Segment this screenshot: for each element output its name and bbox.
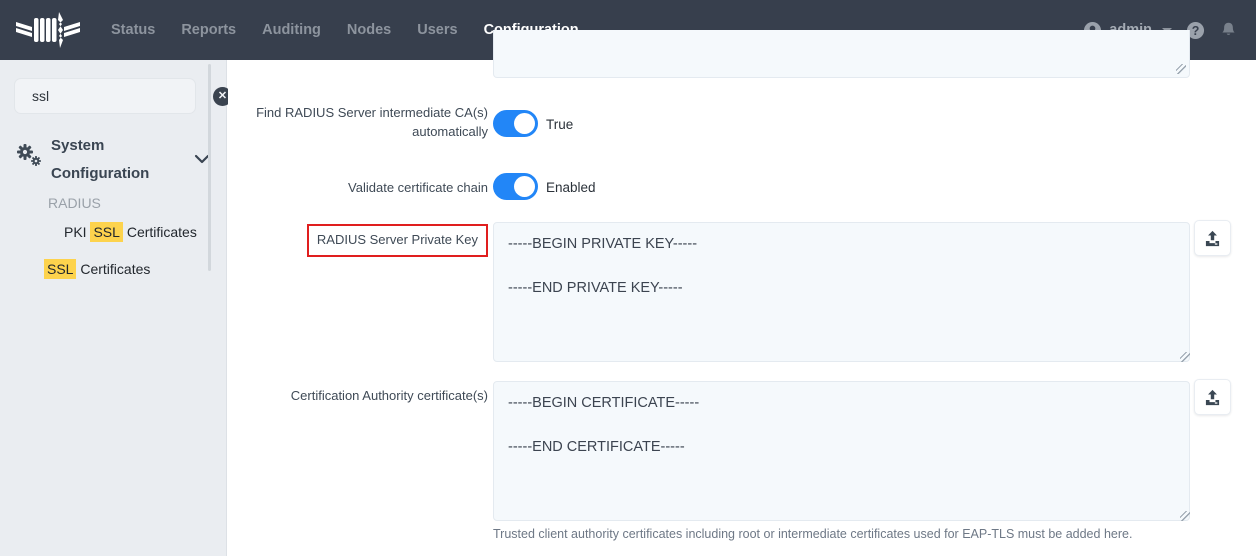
search-input[interactable] bbox=[32, 88, 213, 104]
upload-icon bbox=[1204, 389, 1221, 406]
upload-private-key-button[interactable] bbox=[1194, 220, 1231, 256]
toggle-knob bbox=[514, 113, 535, 134]
sidebar-scrollbar[interactable] bbox=[208, 64, 211, 271]
ca-certificates-textarea[interactable] bbox=[493, 381, 1190, 521]
sidebar-search[interactable]: ✕ bbox=[14, 78, 196, 114]
bell-icon bbox=[1220, 21, 1237, 39]
form-content: Find RADIUS Server intermediate CA(s) au… bbox=[228, 60, 1256, 556]
field-label-private-key-wrap: RADIUS Server Private Key bbox=[238, 224, 488, 257]
field-label-validate-chain: Validate certificate chain bbox=[238, 179, 488, 198]
result-suffix: Certificates bbox=[76, 261, 150, 277]
field-label-ca-certs: Certification Authority certificate(s) bbox=[238, 387, 488, 406]
toggle-knob bbox=[514, 176, 535, 197]
notifications-button[interactable] bbox=[1219, 21, 1238, 40]
nav-item-status[interactable]: Status bbox=[102, 14, 164, 46]
toggle-find-ca[interactable] bbox=[493, 110, 538, 137]
packetfence-logo[interactable] bbox=[16, 8, 88, 52]
nav-item-nodes[interactable]: Nodes bbox=[338, 14, 400, 46]
nav-item-auditing[interactable]: Auditing bbox=[253, 14, 330, 46]
ca-certs-help-text: Trusted client authority certificates in… bbox=[493, 527, 1213, 541]
sidebar-section-label: System Configuration bbox=[51, 132, 171, 188]
result-prefix: PKI bbox=[64, 224, 90, 240]
nav-item-users[interactable]: Users bbox=[408, 14, 466, 46]
search-highlight: SSL bbox=[44, 259, 76, 279]
sidebar: ✕ bbox=[0, 60, 227, 556]
field-label-find-ca: Find RADIUS Server intermediate CA(s) au… bbox=[238, 104, 488, 142]
sidebar-item-system-configuration[interactable]: System Configuration bbox=[14, 132, 210, 188]
upload-icon bbox=[1204, 230, 1221, 247]
search-highlight: SSL bbox=[90, 222, 122, 242]
scrolled-textarea-partial[interactable] bbox=[493, 30, 1190, 78]
barbed-wire-logo-icon bbox=[16, 10, 80, 50]
result-suffix: Certificates bbox=[123, 224, 197, 240]
gears-icon bbox=[14, 140, 44, 170]
nav-item-reports[interactable]: Reports bbox=[172, 14, 245, 46]
resize-handle-icon[interactable] bbox=[1180, 511, 1190, 521]
resize-handle-icon[interactable] bbox=[1180, 352, 1190, 362]
upload-ca-certs-button[interactable] bbox=[1194, 379, 1231, 415]
toggle-validate-chain[interactable] bbox=[493, 173, 538, 200]
svg-text:?: ? bbox=[1192, 23, 1200, 37]
sidebar-item-pki-ssl-certificates[interactable]: PKI SSL Certificates bbox=[64, 224, 197, 240]
resize-handle-icon[interactable] bbox=[1176, 64, 1186, 74]
field-label-private-key-highlighted: RADIUS Server Private Key bbox=[307, 224, 488, 257]
toggle-value-find-ca: True bbox=[546, 117, 573, 132]
app-window: Status Reports Auditing Nodes Users Conf… bbox=[0, 0, 1256, 556]
private-key-textarea[interactable] bbox=[493, 222, 1190, 362]
sidebar-group-radius: RADIUS bbox=[48, 195, 101, 211]
sidebar-item-ssl-certificates[interactable]: SSL Certificates bbox=[44, 261, 150, 277]
toggle-value-validate-chain: Enabled bbox=[546, 180, 596, 195]
